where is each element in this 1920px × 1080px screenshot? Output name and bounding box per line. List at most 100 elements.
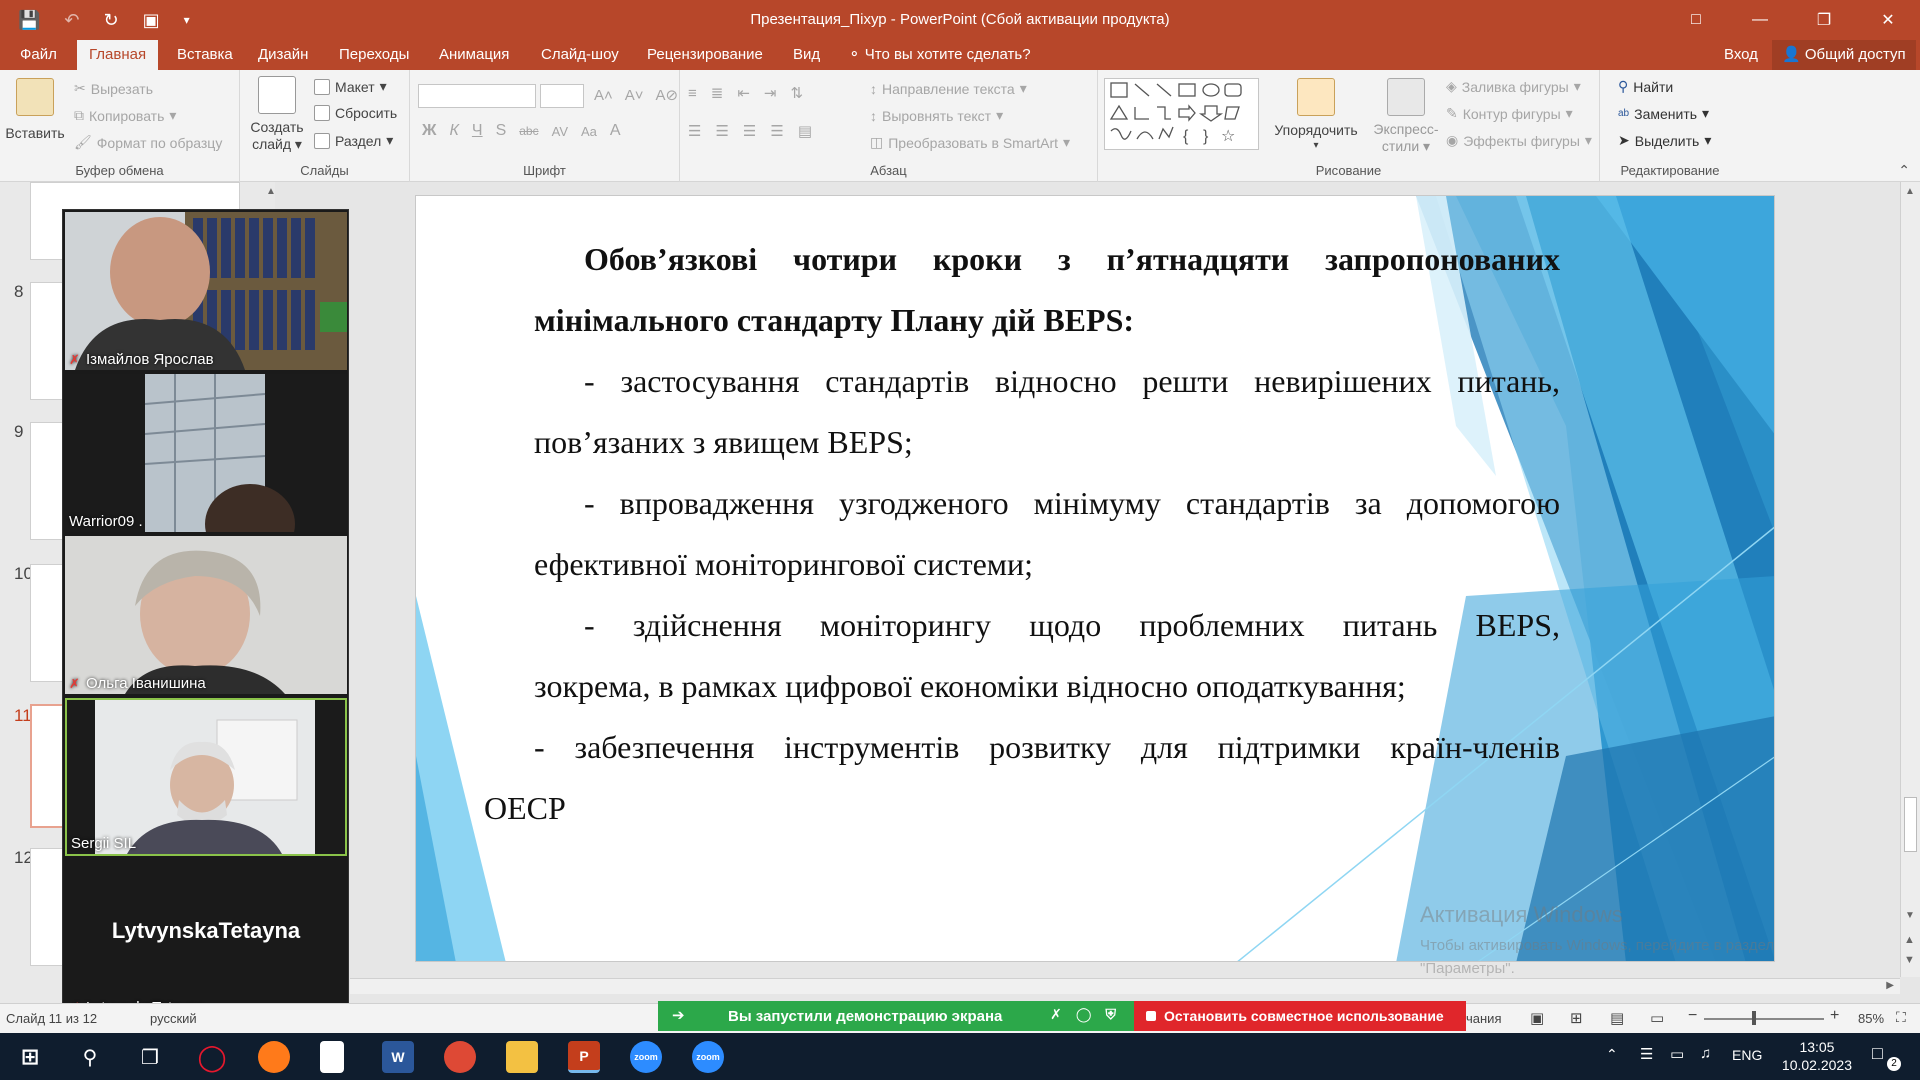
format-painter-button[interactable]: 🖌 Формат по образцу <box>74 134 222 151</box>
taskbar-clock[interactable]: 13:05 10.02.2023 <box>1782 1038 1852 1074</box>
powerpoint-icon[interactable]: P <box>568 1041 600 1073</box>
reset-button[interactable]: Сбросить <box>314 105 397 121</box>
tab-review[interactable]: Рецензирование <box>645 40 765 70</box>
align-left-icon[interactable]: ☰ <box>688 122 701 140</box>
justify-icon[interactable]: ☰ <box>770 122 783 140</box>
cut-button[interactable]: ✂ Вырезать <box>74 80 153 97</box>
close-button[interactable]: ✕ <box>1856 0 1920 40</box>
network-icon[interactable]: ☰ <box>1640 1045 1653 1063</box>
clear-formatting-icon[interactable]: A⊘ <box>656 86 679 104</box>
copy-button[interactable]: ⧉ Копировать ▾ <box>74 107 176 124</box>
tab-animations[interactable]: Анимация <box>437 40 511 70</box>
language-indicator[interactable]: русский <box>150 1011 197 1026</box>
font-name-box[interactable] <box>418 84 536 108</box>
font-color-icon[interactable]: A <box>610 122 621 140</box>
share-button[interactable]: 👤 Общий доступ <box>1772 40 1916 70</box>
normal-view-icon[interactable]: ▣ <box>1530 1009 1544 1027</box>
replace-button[interactable]: ab Заменить ▾ <box>1618 105 1709 122</box>
numbering-icon[interactable]: ≣ <box>711 84 724 102</box>
quick-styles-button[interactable]: Экспресс- стили ▾ <box>1366 78 1446 155</box>
participant-video-tile[interactable]: LytvynskaTetayna ✗LytvynskaTetayna <box>65 860 347 1018</box>
notes-button[interactable]: чания <box>1466 1011 1501 1026</box>
select-button[interactable]: ➤ Выделить ▾ <box>1618 132 1711 149</box>
file-icon[interactable] <box>320 1041 344 1073</box>
zoom-level[interactable]: 85% <box>1858 1011 1884 1026</box>
shrink-font-icon[interactable]: A˅ <box>625 87 644 104</box>
search-icon[interactable]: ⚲ <box>74 1041 106 1073</box>
decrease-indent-icon[interactable]: ⇤ <box>737 84 750 102</box>
screen-share-banner[interactable]: ➔ Вы запустили демонстрацию экрана ✗ ◯ ⛨ <box>658 1001 1134 1031</box>
input-language[interactable]: ENG <box>1732 1047 1762 1063</box>
collapse-ribbon-icon[interactable]: ⌃ <box>1898 162 1910 179</box>
zoom-app-icon[interactable]: zoom <box>692 1041 724 1073</box>
shape-fill-button[interactable]: ◈ Заливка фигуры ▾ <box>1446 78 1581 95</box>
minimize-button[interactable]: — <box>1728 0 1792 40</box>
battery-icon[interactable]: ▭ <box>1670 1045 1684 1063</box>
participant-video-tile[interactable]: ✗ Ольга Іванишина <box>65 536 347 694</box>
arrange-button[interactable]: Упорядочить ▾ <box>1270 78 1362 151</box>
tab-home[interactable]: Главная <box>77 40 159 70</box>
participant-video-tile[interactable]: ✗ Ізмайлов Ярослав <box>65 212 347 370</box>
scroll-right-icon[interactable]: ▶ <box>1886 980 1894 991</box>
shapes-gallery[interactable]: {} ☆ <box>1104 78 1259 150</box>
notification-center-icon[interactable]: □ <box>1872 1043 1883 1064</box>
slide-canvas[interactable]: Обов’язкові чотири кроки з п’ятнадцяти з… <box>415 195 1775 962</box>
show-hidden-icons[interactable]: ⌃ <box>1606 1046 1618 1063</box>
char-spacing-icon[interactable]: AV <box>552 124 568 139</box>
font-size-box[interactable] <box>540 84 584 108</box>
paste-button[interactable]: Вставить <box>5 78 65 141</box>
line-spacing-icon[interactable]: ⇅ <box>791 84 804 102</box>
file-explorer-icon[interactable] <box>506 1041 538 1073</box>
tab-design[interactable]: Дизайн <box>256 40 310 70</box>
text-direction-button[interactable]: ↕ Направление текста ▾ <box>870 80 1027 97</box>
shape-outline-button[interactable]: ✎ Контур фигуры ▾ <box>1446 105 1573 122</box>
zoom-slider[interactable] <box>1704 1018 1824 1020</box>
tab-file[interactable]: Файл <box>18 40 59 70</box>
tab-insert[interactable]: Вставка <box>175 40 235 70</box>
scrollbar-thumb[interactable] <box>1904 797 1917 852</box>
horizontal-scrollbar[interactable]: ▶ <box>350 978 1900 994</box>
opera-icon[interactable]: ◯ <box>196 1041 228 1073</box>
next-slide-icon[interactable]: ▼ <box>1904 954 1915 966</box>
record-icon[interactable]: ◯ <box>1076 1006 1092 1023</box>
align-text-button[interactable]: ↕ Выровнять текст ▾ <box>870 107 1003 124</box>
section-button[interactable]: Раздел ▾ <box>314 132 393 149</box>
zoom-out-icon[interactable]: − <box>1688 1007 1697 1025</box>
muted-mic-icon[interactable]: ✗ <box>1050 1006 1062 1023</box>
zoom-app-icon[interactable]: zoom <box>630 1041 662 1073</box>
task-view-icon[interactable]: ❐ <box>134 1041 166 1073</box>
change-case-icon[interactable]: Aa <box>581 124 597 139</box>
windows-start-icon[interactable]: ⊞ <box>14 1041 46 1073</box>
smartart-button[interactable]: ◫ Преобразовать в SmartArt ▾ <box>870 134 1070 151</box>
vertical-scrollbar[interactable]: ▲ ▼ ▲ ▼ <box>1900 182 1920 977</box>
new-slide-button[interactable]: Создать слайд ▾ <box>248 76 306 153</box>
scroll-up-icon[interactable]: ▲ <box>1905 186 1915 197</box>
shape-effects-button[interactable]: ◉ Эффекты фигуры ▾ <box>1446 132 1592 149</box>
volume-icon[interactable]: ♫ <box>1700 1045 1711 1062</box>
align-center-icon[interactable]: ☰ <box>715 122 728 140</box>
shadow-icon[interactable]: S <box>496 122 507 140</box>
underline-icon[interactable]: Ч <box>472 122 483 140</box>
participant-video-tile-active-speaker[interactable]: Sergii SIL <box>65 698 347 856</box>
find-button[interactable]: ⚲ Найти <box>1618 78 1673 95</box>
tab-slideshow[interactable]: Слайд-шоу <box>539 40 621 70</box>
maximize-button[interactable]: ❐ <box>1792 0 1856 40</box>
tab-view[interactable]: Вид <box>791 40 822 70</box>
tell-me-box[interactable]: ⚬ Что вы хотите сделать? <box>846 40 1033 70</box>
strikethrough-icon[interactable]: abc <box>519 124 538 138</box>
participant-video-tile[interactable]: Warrior09 . <box>65 374 347 532</box>
chrome-icon[interactable] <box>444 1041 476 1073</box>
reading-view-icon[interactable]: ▤ <box>1610 1009 1624 1027</box>
grow-font-icon[interactable]: A˄ <box>594 87 613 104</box>
tab-transitions[interactable]: Переходы <box>337 40 411 70</box>
bullets-icon[interactable]: ≡ <box>688 85 697 102</box>
ribbon-display-options-icon[interactable]: □ <box>1664 0 1728 40</box>
zoom-slider-thumb[interactable] <box>1752 1011 1756 1025</box>
layout-button[interactable]: Макет ▾ <box>314 78 387 95</box>
scroll-down-icon[interactable]: ▼ <box>1905 910 1915 921</box>
columns-icon[interactable]: ▤ <box>798 122 812 140</box>
firefox-icon[interactable] <box>258 1041 290 1073</box>
bold-icon[interactable]: Ж <box>422 122 436 140</box>
align-right-icon[interactable]: ☰ <box>743 122 756 140</box>
slide-sorter-icon[interactable]: ⊞ <box>1570 1009 1583 1027</box>
